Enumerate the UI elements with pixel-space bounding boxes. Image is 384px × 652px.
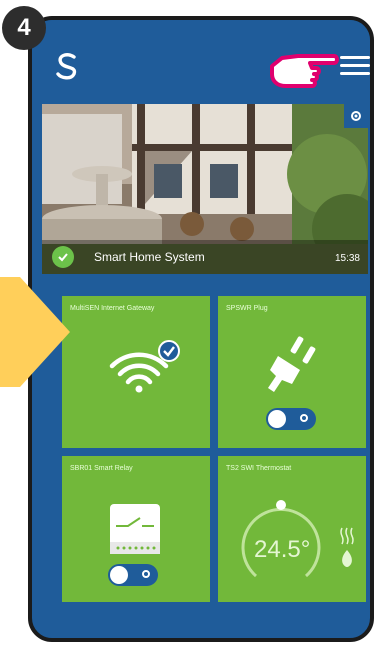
settings-gear-icon[interactable] — [344, 104, 368, 128]
hamburger-menu-icon[interactable] — [340, 56, 370, 78]
device-tile-plug[interactable]: SPSWR Plug — [218, 296, 366, 448]
device-label: SPSWR Plug — [226, 305, 268, 312]
hero-caption-bar: Smart Home System 15:38 — [42, 240, 368, 274]
temperature-value: 24.5° — [254, 536, 311, 563]
device-label: SBR01 Smart Relay — [70, 465, 133, 472]
pointer-arrow — [0, 277, 70, 387]
system-name: Smart Home System — [94, 250, 205, 264]
heating-icon — [340, 527, 354, 567]
connected-check-icon — [52, 246, 74, 268]
phone-frame: Smart Home System 15:38 MultiSEN Interne… — [28, 16, 374, 642]
device-tile-relay[interactable]: SBR01 Smart Relay — [62, 456, 210, 602]
app-logo-icon — [56, 53, 77, 80]
pointing-hand-icon — [270, 54, 339, 88]
device-tile-gateway[interactable]: MultiSEN Internet Gateway — [62, 296, 210, 448]
system-time: 15:38 — [334, 253, 360, 264]
relay-icon — [110, 504, 160, 554]
plug-power-toggle[interactable] — [266, 408, 316, 430]
relay-power-toggle[interactable] — [108, 564, 158, 586]
plug-icon — [268, 336, 316, 392]
device-label: TS2 SWI Thermostat — [226, 465, 292, 472]
device-tile-thermostat[interactable]: TS2 SWI Thermostat 24.5° — [218, 456, 366, 602]
verified-check-icon — [158, 340, 180, 362]
step-number-badge: 4 — [2, 6, 46, 50]
hero-image-card[interactable]: Smart Home System 15:38 — [42, 104, 368, 274]
device-label: MultiSEN Internet Gateway — [70, 305, 155, 312]
app-header — [32, 20, 370, 100]
